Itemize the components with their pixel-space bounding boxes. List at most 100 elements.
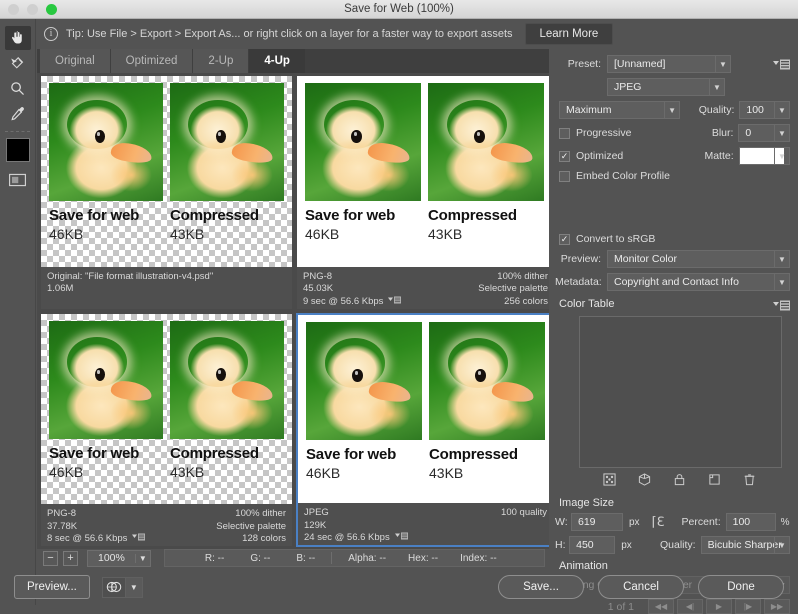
preview-status-bar: − + 100% ▼ R: -- G: -- B: -- Alpha: -- H… xyxy=(37,547,549,569)
download-speed-menu-icon[interactable] xyxy=(394,532,408,545)
metadata-select[interactable]: Copyright and Contact Info ▼ xyxy=(607,273,790,291)
link-dimensions-icon[interactable]: ⌈ℇ xyxy=(652,514,665,530)
embed-color-profile-checkbox[interactable]: Embed Color Profile xyxy=(559,170,790,182)
artwork-jpeg: Save for web 46KB Compressed 43KB xyxy=(298,315,553,504)
color-table-grid[interactable] xyxy=(579,316,782,468)
format-label: PNG-8 xyxy=(47,508,77,519)
optimized-checkbox[interactable]: ✓ Optimized xyxy=(559,150,686,162)
palette-value: Selective palette xyxy=(216,520,286,532)
color-readout: R: -- G: -- B: -- Alpha: -- Hex: -- Inde… xyxy=(163,549,545,567)
pane-info-png8-bottom: PNG-8 37.78K 8 sec @ 56.6 Kbps 100% dith… xyxy=(41,504,292,546)
blur-input[interactable]: 0 ▼ xyxy=(738,124,790,142)
chevron-down-icon: ▼ xyxy=(715,56,730,72)
colors-value: 256 colors xyxy=(504,295,548,307)
new-color-icon[interactable] xyxy=(708,473,721,489)
download-speed-menu-icon[interactable] xyxy=(388,296,402,309)
chevron-down-icon: ▼ xyxy=(134,553,150,563)
web-shift-icon[interactable] xyxy=(638,473,651,489)
progressive-checkbox[interactable]: Progressive xyxy=(559,127,686,139)
readout-value-index: -- xyxy=(490,552,497,564)
chevron-down-icon: ▼ xyxy=(709,79,724,95)
checkbox-box xyxy=(559,127,570,139)
resample-method-select[interactable]: Bicubic Sharper ▼ xyxy=(700,536,790,554)
format-label: PNG-8 xyxy=(303,270,333,282)
toggle-slices-visibility-icon[interactable] xyxy=(5,168,31,192)
quality-input[interactable]: 100 ▼ xyxy=(739,101,790,119)
file-format-select[interactable]: JPEG ▼ xyxy=(607,78,725,96)
tab-original[interactable]: Original xyxy=(40,49,111,73)
preview-area: Original Optimized 2-Up 4-Up Save for we… xyxy=(37,49,555,549)
matte-select[interactable]: ▼ xyxy=(738,147,790,165)
pane-image-jpeg[interactable]: Save for web 46KB Compressed 43KB xyxy=(298,314,553,504)
preview-pane-png8-bottom[interactable]: Save for web 46KB Compressed 43KB PNG-8 xyxy=(40,312,293,547)
caption-title-left: Save for web xyxy=(306,445,397,463)
info-icon: i xyxy=(44,27,58,41)
blur-label: Blur: xyxy=(711,127,734,139)
zoom-tool[interactable] xyxy=(5,76,31,100)
tip-text: Tip: Use File > Export > Export As... or… xyxy=(66,28,513,40)
hand-tool[interactable] xyxy=(4,26,31,50)
pane-info-original: Original: "File format illustration-v4.p… xyxy=(41,266,292,309)
pane-info-jpeg: JPEG 129K 24 sec @ 56.6 Kbps 100 quality xyxy=(298,503,553,545)
caption-size-left: 46KB xyxy=(49,226,84,242)
readout-value-alpha: -- xyxy=(379,552,387,564)
eyedropper-tool[interactable] xyxy=(5,101,31,125)
snap-to-web-palette-icon[interactable] xyxy=(603,473,616,489)
width-input[interactable]: 619 xyxy=(571,513,623,531)
save-button[interactable]: Save... xyxy=(498,575,584,599)
pane-image-png8-bottom[interactable]: Save for web 46KB Compressed 43KB xyxy=(41,313,292,504)
preset-select[interactable]: [Unnamed] ▼ xyxy=(607,55,731,73)
caption-size-left: 46KB xyxy=(306,464,341,481)
artwork-png8-top: Save for web 46KB Compressed 43KB xyxy=(297,76,554,267)
readout-label-g: G: xyxy=(250,552,261,564)
preview-color-select[interactable]: Monitor Color ▼ xyxy=(607,250,790,268)
caption-size-right: 43KB xyxy=(429,464,464,481)
save-for-web-dialog: Save for Web (100%) i Tip: Use File > Ex… xyxy=(0,0,798,614)
duck-image-right xyxy=(428,83,544,201)
dither-value: 100% dither xyxy=(497,270,548,282)
download-speed-menu-icon[interactable] xyxy=(132,533,146,546)
dialog-footer: Preview... ▼ Save... Cancel Done xyxy=(0,569,798,605)
preview-color-value: Monitor Color xyxy=(614,253,678,265)
slice-select-tool[interactable] xyxy=(5,51,31,75)
checkbox-box xyxy=(559,170,570,182)
metadata-label: Metadata: xyxy=(555,276,602,288)
chevron-down-icon: ▼ xyxy=(774,148,789,164)
browser-preview-group[interactable]: ▼ xyxy=(101,576,143,598)
delete-color-icon[interactable] xyxy=(743,473,756,489)
learn-more-button[interactable]: Learn More xyxy=(524,23,614,45)
pane-image-original[interactable]: Save for web 46KB Compressed 43KB xyxy=(41,76,292,267)
file-size: 129K xyxy=(304,519,327,531)
percent-input[interactable]: 100 xyxy=(725,513,776,531)
compression-quality-select[interactable]: Maximum ▼ xyxy=(559,101,681,119)
preview-pane-jpeg[interactable]: Save for web 46KB Compressed 43KB JPEG 1… xyxy=(296,312,555,547)
tab-2up[interactable]: 2-Up xyxy=(193,49,250,73)
preview-button[interactable]: Preview... xyxy=(14,575,90,599)
toolbar-divider xyxy=(5,131,30,132)
file-size: 45.03K xyxy=(303,283,334,294)
chevron-down-icon[interactable]: ▼ xyxy=(125,576,143,598)
readout-label-hex: Hex: xyxy=(408,552,429,564)
zoom-level-select[interactable]: 100% ▼ xyxy=(87,549,151,567)
duck-image-left xyxy=(49,320,163,439)
cancel-button[interactable]: Cancel xyxy=(598,575,684,599)
optimization-settings-panel: Preset: [Unnamed] ▼ JPEG ▼ Maximum ▼ Qua… xyxy=(549,49,798,614)
download-time: 24 sec @ 56.6 Kbps xyxy=(304,532,390,543)
browser-preview-icon[interactable] xyxy=(101,576,126,598)
lock-color-icon[interactable] xyxy=(673,473,686,489)
color-table-title: Color Table xyxy=(559,298,615,310)
colors-value: 128 colors xyxy=(242,533,286,544)
height-input[interactable]: 450 xyxy=(569,536,616,554)
zoom-out-button[interactable]: − xyxy=(43,550,58,566)
tab-4up[interactable]: 4-Up xyxy=(249,49,306,73)
done-button[interactable]: Done xyxy=(698,575,784,599)
pane-image-png8-top[interactable]: Save for web 46KB Compressed 43KB xyxy=(297,76,554,267)
tab-optimized[interactable]: Optimized xyxy=(110,49,194,73)
foreground-color-swatch[interactable] xyxy=(5,138,30,162)
preview-pane-png8-top[interactable]: Save for web 46KB Compressed 43KB PNG-8 xyxy=(296,75,555,310)
convert-to-srgb-checkbox[interactable]: ✓ Convert to sRGB xyxy=(559,233,790,245)
preset-panel-menu-icon[interactable] xyxy=(773,59,790,70)
color-table-panel-menu-icon[interactable] xyxy=(773,300,790,311)
preview-pane-original[interactable]: Save for web 46KB Compressed 43KB Origin… xyxy=(40,75,293,310)
zoom-in-button[interactable]: + xyxy=(63,550,78,566)
